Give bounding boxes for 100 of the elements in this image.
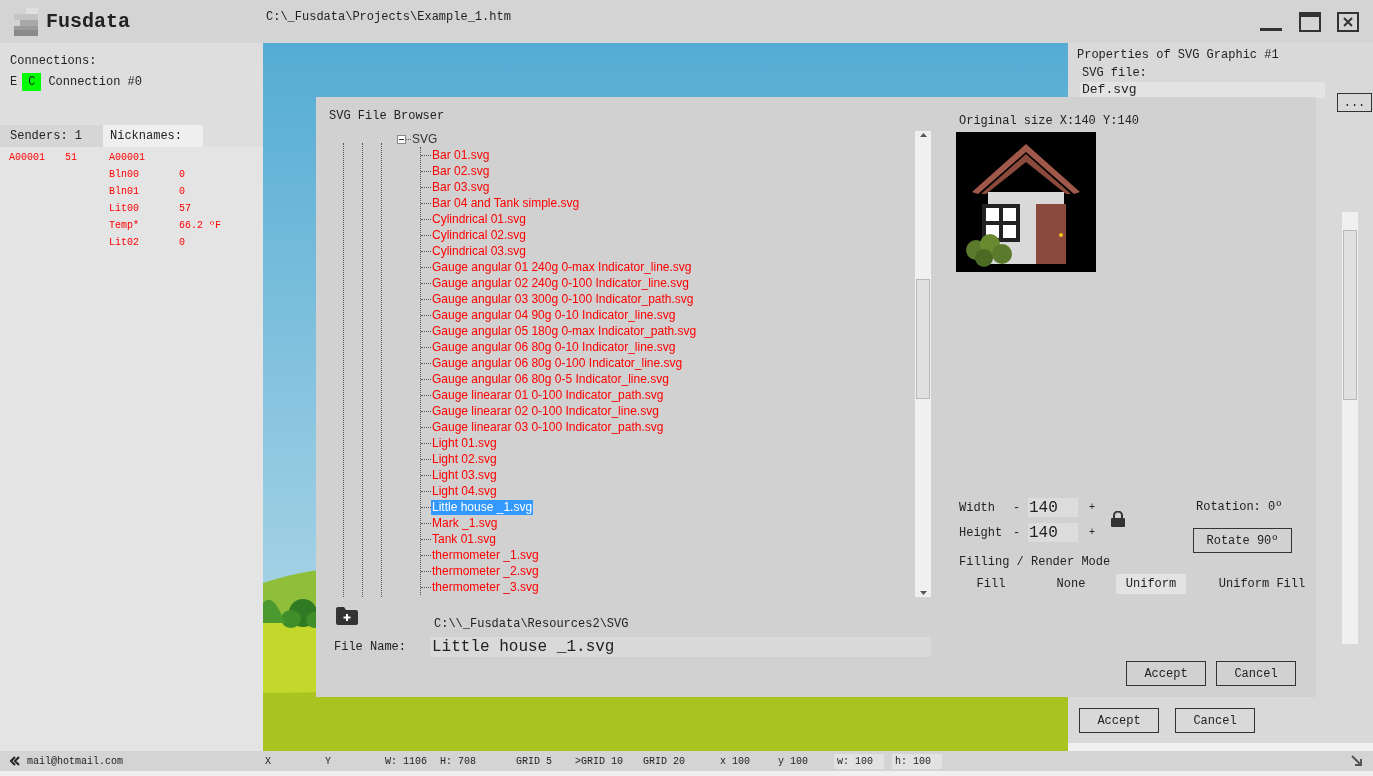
render-mode-option[interactable]: None [1036, 574, 1106, 594]
tree-item[interactable]: Gauge angular 06 80g 0-100 Indicator_line.svg [431, 355, 684, 371]
tree-item[interactable]: Gauge linearar 03 0-100 Indicator_path.svg [431, 419, 665, 435]
tree-item[interactable]: Gauge linearar 01 0-100 Indicator_path.svg [431, 387, 665, 403]
status-label: y 100 [777, 754, 809, 769]
nickname-value: 66.2 ºF [179, 219, 221, 233]
panel-tab[interactable]: Nicknames: [103, 125, 203, 147]
sender-id: A00001 [9, 151, 46, 165]
nickname-value: 0 [179, 236, 185, 250]
file-path: C:\_Fusdata\Projects\Example_1.htm [266, 9, 511, 26]
tree-item[interactable]: Gauge linearar 02 0-100 Indicator_line.svg [431, 403, 660, 419]
new-folder-button[interactable] [336, 607, 358, 625]
resize-icon[interactable] [1351, 755, 1363, 767]
decrement-button[interactable]: - [1013, 523, 1028, 542]
status-label: H: 708 [439, 754, 477, 769]
width-field[interactable]: 140 [1028, 498, 1078, 517]
tree-item[interactable]: Mark _1.svg [431, 515, 499, 531]
tree-item[interactable]: thermometer _2.svg [431, 563, 540, 579]
render-mode-label: Filling / Render Mode [959, 554, 1112, 571]
logo-icon [14, 7, 38, 36]
tree-item[interactable]: Tank 01.svg [431, 531, 498, 547]
file-name-label: File Name: [334, 639, 407, 656]
tree-item[interactable]: Gauge angular 05 180g 0-max Indicator_path.svg [431, 323, 698, 339]
tree-item[interactable]: Bar 04 and Tank simple.svg [431, 195, 581, 211]
folder-path: C:\\_Fusdata\Resources2\SVG [434, 616, 629, 633]
connection-status: C [22, 73, 42, 91]
status-field[interactable]: h: 100 [892, 753, 942, 769]
dialog-button[interactable]: Accept [1126, 661, 1206, 686]
close-button[interactable] [1337, 11, 1359, 32]
tree-item[interactable]: Little house _1.svg [431, 499, 534, 515]
user-email: mail@hotmail.com [27, 754, 124, 769]
tree-item[interactable]: thermometer _1.svg [431, 547, 540, 563]
render-mode-option[interactable]: Uniform [1116, 574, 1186, 594]
scrollbar[interactable] [915, 131, 931, 597]
rotate-button[interactable]: Rotate 90º [1193, 528, 1292, 553]
collapse-icon [10, 756, 20, 766]
folder-plus-icon [336, 607, 358, 625]
dialog-button[interactable]: Cancel [1216, 661, 1296, 686]
maximize-button[interactable] [1299, 11, 1321, 32]
status-label: x 100 [719, 754, 751, 769]
scrollbar-thumb[interactable] [916, 279, 930, 399]
sender-value: 51 [65, 151, 77, 165]
connection-name: Connection #0 [48, 74, 143, 91]
panel-tab[interactable]: Senders: 1 [0, 125, 103, 147]
scrollbar-thumb[interactable] [1343, 230, 1357, 400]
tree-item[interactable]: thermometer _3.svg [431, 579, 540, 595]
tree-item[interactable]: Cylindrical 03.svg [431, 243, 528, 259]
original-size: Original size X:140 Y:140 [959, 113, 1141, 130]
status-label: X [264, 754, 272, 769]
close-icon [1343, 16, 1353, 27]
nickname: Bln00 [109, 168, 140, 182]
nickname: Temp* [109, 219, 140, 233]
scroll-up-icon[interactable] [919, 133, 927, 137]
properties-title: Properties of SVG Graphic #1 [1076, 47, 1280, 64]
tree-item[interactable]: Gauge angular 02 240g 0-100 Indicator_line.svg [431, 275, 690, 291]
tree-item[interactable]: Gauge angular 04 90g 0-10 Indicator_line.svg [431, 307, 677, 323]
height-field[interactable]: 140 [1028, 523, 1078, 542]
svg-file-field[interactable]: Def.svg [1080, 82, 1325, 98]
status-label: W: 1106 [384, 754, 428, 769]
tree-item[interactable]: Bar 02.svg [431, 163, 491, 179]
tree-item[interactable]: Cylindrical 01.svg [431, 211, 528, 227]
browse-button[interactable]: ... [1337, 93, 1372, 112]
tree-item[interactable]: Light 02.svg [431, 451, 498, 467]
render-mode-option[interactable]: Uniform Fill [1212, 574, 1312, 594]
tree-item[interactable]: Light 04.svg [431, 483, 498, 499]
nickname-value: 0 [179, 168, 185, 182]
tree-item[interactable]: Bar 03.svg [431, 179, 491, 195]
tree-item[interactable]: Gauge angular 01 240g 0-max Indicator_line.svg [431, 259, 693, 275]
decrement-button[interactable]: - [1013, 498, 1028, 517]
svg-file-label: SVG file: [1081, 65, 1148, 82]
collapse-toggle[interactable] [397, 134, 406, 144]
nickname: Lit02 [109, 236, 140, 250]
increment-button[interactable]: + [1086, 500, 1098, 515]
nickname: Bln01 [109, 185, 140, 199]
file-name-field[interactable]: Little house _1.svg [430, 637, 931, 657]
width-label: Width [959, 499, 996, 517]
tree-item[interactable]: Cylindrical 02.svg [431, 227, 528, 243]
tree-item[interactable]: Light 01.svg [431, 435, 498, 451]
rotation-label: Rotation: 0º [1196, 499, 1284, 516]
tree-item[interactable]: Gauge angular 06 80g 0-10 Indicator_line.svg [431, 339, 677, 355]
app-title: Fusdata [46, 8, 130, 35]
status-label: >GRID 10 [574, 754, 624, 769]
tree-item[interactable]: Light 03.svg [431, 467, 498, 483]
dialog-title: SVG File Browser [329, 108, 446, 125]
nickname-value: 0 [179, 185, 185, 199]
tree-item[interactable]: Gauge angular 06 80g 0-5 Indicator_line.svg [431, 371, 670, 387]
lock-icon[interactable] [1111, 511, 1125, 527]
dialog-button[interactable]: Cancel [1175, 708, 1255, 733]
tree-folder[interactable]: SVG [412, 131, 438, 148]
scroll-down-icon[interactable] [919, 591, 927, 595]
height-label: Height [959, 524, 1004, 542]
increment-button[interactable]: + [1086, 525, 1098, 540]
tree-item[interactable]: Gauge angular 03 300g 0-100 Indicator_path.svg [431, 291, 695, 307]
status-label: GRID 5 [515, 754, 553, 769]
render-mode-option[interactable]: Fill [956, 574, 1026, 594]
scrollbar[interactable] [1342, 212, 1358, 644]
status-field[interactable]: w: 100 [834, 753, 884, 769]
tree-item[interactable]: Bar 01.svg [431, 147, 491, 163]
status-label: GRID 20 [642, 754, 686, 769]
dialog-button[interactable]: Accept [1079, 708, 1159, 733]
